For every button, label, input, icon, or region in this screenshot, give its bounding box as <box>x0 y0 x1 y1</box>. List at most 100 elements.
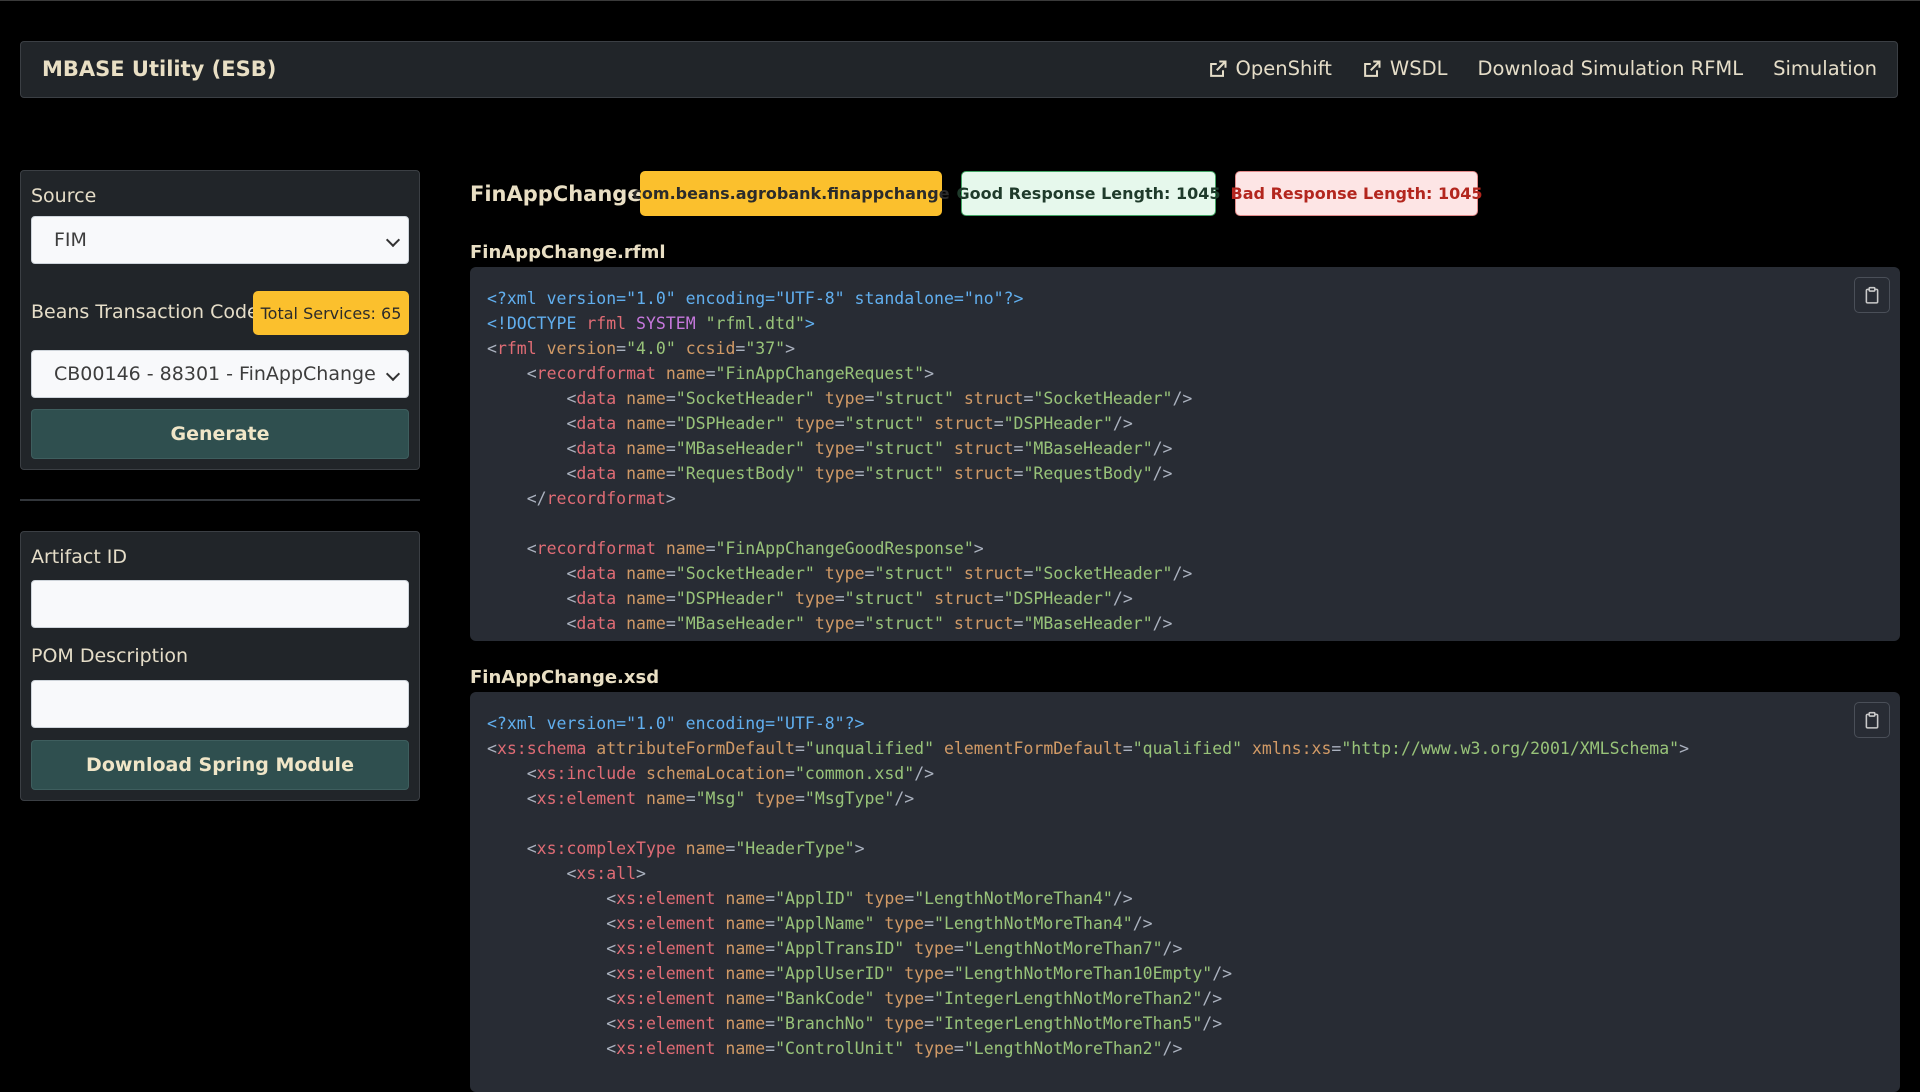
source-select[interactable]: FIM <box>31 216 409 264</box>
code-token: type <box>815 639 865 641</box>
code-token: xs:element <box>616 1039 716 1058</box>
code-token: type <box>894 964 944 983</box>
code-token: "struct" <box>874 639 953 641</box>
code-token: = <box>854 464 865 483</box>
code-line: <data name="SocketHeader" type="struct" … <box>487 561 1192 586</box>
code-token: "RequestBody" <box>675 464 805 483</box>
code-token: data <box>576 614 617 633</box>
code-token: /> <box>1172 564 1193 583</box>
code-token: > <box>636 864 646 883</box>
code-token: "struct" <box>844 414 925 433</box>
code-line: <xs:schema attributeFormDefault="unquali… <box>487 736 1689 761</box>
copy-rfml-button[interactable] <box>1854 277 1890 313</box>
code-token: "struct" <box>844 589 925 608</box>
xsd-code-block[interactable]: <?xml version="1.0" encoding="UTF-8"?> <x… <box>470 692 1900 1092</box>
code-token: recordformat <box>536 364 656 383</box>
code-token: name <box>616 614 666 633</box>
code-token: type <box>804 614 855 633</box>
code-token: < <box>487 764 537 783</box>
code-token: "ApplName" <box>775 914 875 933</box>
code-token: "SocketHeader" <box>675 389 815 408</box>
external-link-icon <box>1364 60 1381 77</box>
clipboard-icon <box>1865 286 1879 304</box>
code-token: = <box>953 1039 964 1058</box>
code-token: < <box>487 964 617 983</box>
code-token: name <box>715 1039 766 1058</box>
code-token: > <box>924 364 935 383</box>
code-token: "ApplID" <box>775 889 855 908</box>
code-token: < <box>487 939 617 958</box>
code-token: = <box>735 339 746 358</box>
code-token: = <box>864 389 875 408</box>
code-token: rfml <box>496 339 537 358</box>
code-line: <data name="RequestBody" type="struct" s… <box>487 461 1192 486</box>
code-token: xs:element <box>616 964 716 983</box>
code-line: <?xml version="1.0" encoding="UTF-8"?> <box>487 711 1689 736</box>
code-token: > <box>785 339 796 358</box>
code-token: "ControlUnit" <box>775 1039 905 1058</box>
code-token: "DSPHeader" <box>675 589 786 608</box>
rfml-filename: FinAppChange.rfml <box>470 242 666 263</box>
code-token: = <box>924 914 935 933</box>
code-line: <rfml version="4.0" ccsid="37"> <box>487 336 1192 361</box>
generate-panel: Source FIM Beans Transaction Code Total … <box>20 170 420 470</box>
code-token: "MBaseHeader" <box>1023 439 1153 458</box>
nav-link-openshift[interactable]: OpenShift <box>1208 57 1332 80</box>
package-badge: com.beans.agrobank.finappchange <box>632 171 950 216</box>
transaction-code-select[interactable]: CB00146 - 88301 - FinAppChange <box>31 350 409 398</box>
code-token: "LengthNotMoreThan10Empty" <box>953 964 1213 983</box>
code-token: "LengthNotMoreThan4" <box>914 889 1113 908</box>
app-title[interactable]: MBASE Utility (ESB) <box>42 57 276 81</box>
code-token: = <box>665 389 676 408</box>
generate-button[interactable]: Generate <box>31 409 409 459</box>
code-token: "DSPHeader" <box>675 414 786 433</box>
pom-description-input[interactable] <box>31 680 409 728</box>
code-line: <xs:element name="ApplTransID" type="Len… <box>487 936 1689 961</box>
code-token: /> <box>1132 914 1153 933</box>
code-token: data <box>576 564 617 583</box>
code-token: /> <box>1112 414 1133 433</box>
code-token: = <box>864 564 875 583</box>
code-token: SYSTEM <box>626 314 706 333</box>
code-token: < <box>487 389 577 408</box>
code-token: < <box>487 439 577 458</box>
code-token: "SocketHeader" <box>1033 389 1173 408</box>
code-token: > <box>854 839 865 858</box>
code-token: = <box>1023 639 1033 641</box>
download-spring-module-button[interactable]: Download Spring Module <box>31 740 409 790</box>
code-token: "MBaseHeader" <box>675 614 805 633</box>
code-token: "MsgType" <box>804 789 895 808</box>
copy-xsd-button[interactable] <box>1854 702 1890 738</box>
code-line: <xs:complexType name="HeaderType"> <box>487 836 1689 861</box>
code-token: xs:element <box>616 914 716 933</box>
code-token: > <box>804 314 815 333</box>
code-token: < <box>487 739 497 758</box>
code-token: = <box>765 889 776 908</box>
code-token: = <box>1013 439 1024 458</box>
artifact-id-input[interactable] <box>31 580 409 628</box>
code-line: <data name="MBaseHeader" type="struct" s… <box>487 436 1192 461</box>
code-token: < <box>487 639 576 641</box>
code-token: data <box>576 464 617 483</box>
code-token: = <box>665 439 676 458</box>
code-token: struct <box>944 464 1014 483</box>
code-token: ccsid <box>675 339 736 358</box>
code-token: /> <box>1202 989 1223 1008</box>
nav-link-simulation[interactable]: Simulation <box>1773 57 1877 80</box>
nav-link-wsdl[interactable]: WSDL <box>1362 57 1447 80</box>
code-token: recordformat <box>536 539 656 558</box>
rfml-code-block[interactable]: <?xml version="1.0" encoding="UTF-8" sta… <box>470 267 1900 641</box>
code-token: /> <box>1152 614 1173 633</box>
nav-link-download-simulation-rfml[interactable]: Download Simulation RFML <box>1477 57 1743 80</box>
code-token: = <box>1013 464 1024 483</box>
code-line: <xs:element name="ApplUserID" type="Leng… <box>487 961 1689 986</box>
code-token: = <box>765 964 776 983</box>
code-token: = <box>924 1014 935 1033</box>
code-token: name <box>715 964 766 983</box>
code-token: /> <box>1202 1014 1223 1033</box>
code-token: /> <box>1162 1039 1183 1058</box>
code-line: <xs:all> <box>487 861 1689 886</box>
transaction-code-label: Beans Transaction Code <box>31 301 259 323</box>
code-token: /> <box>1152 464 1173 483</box>
